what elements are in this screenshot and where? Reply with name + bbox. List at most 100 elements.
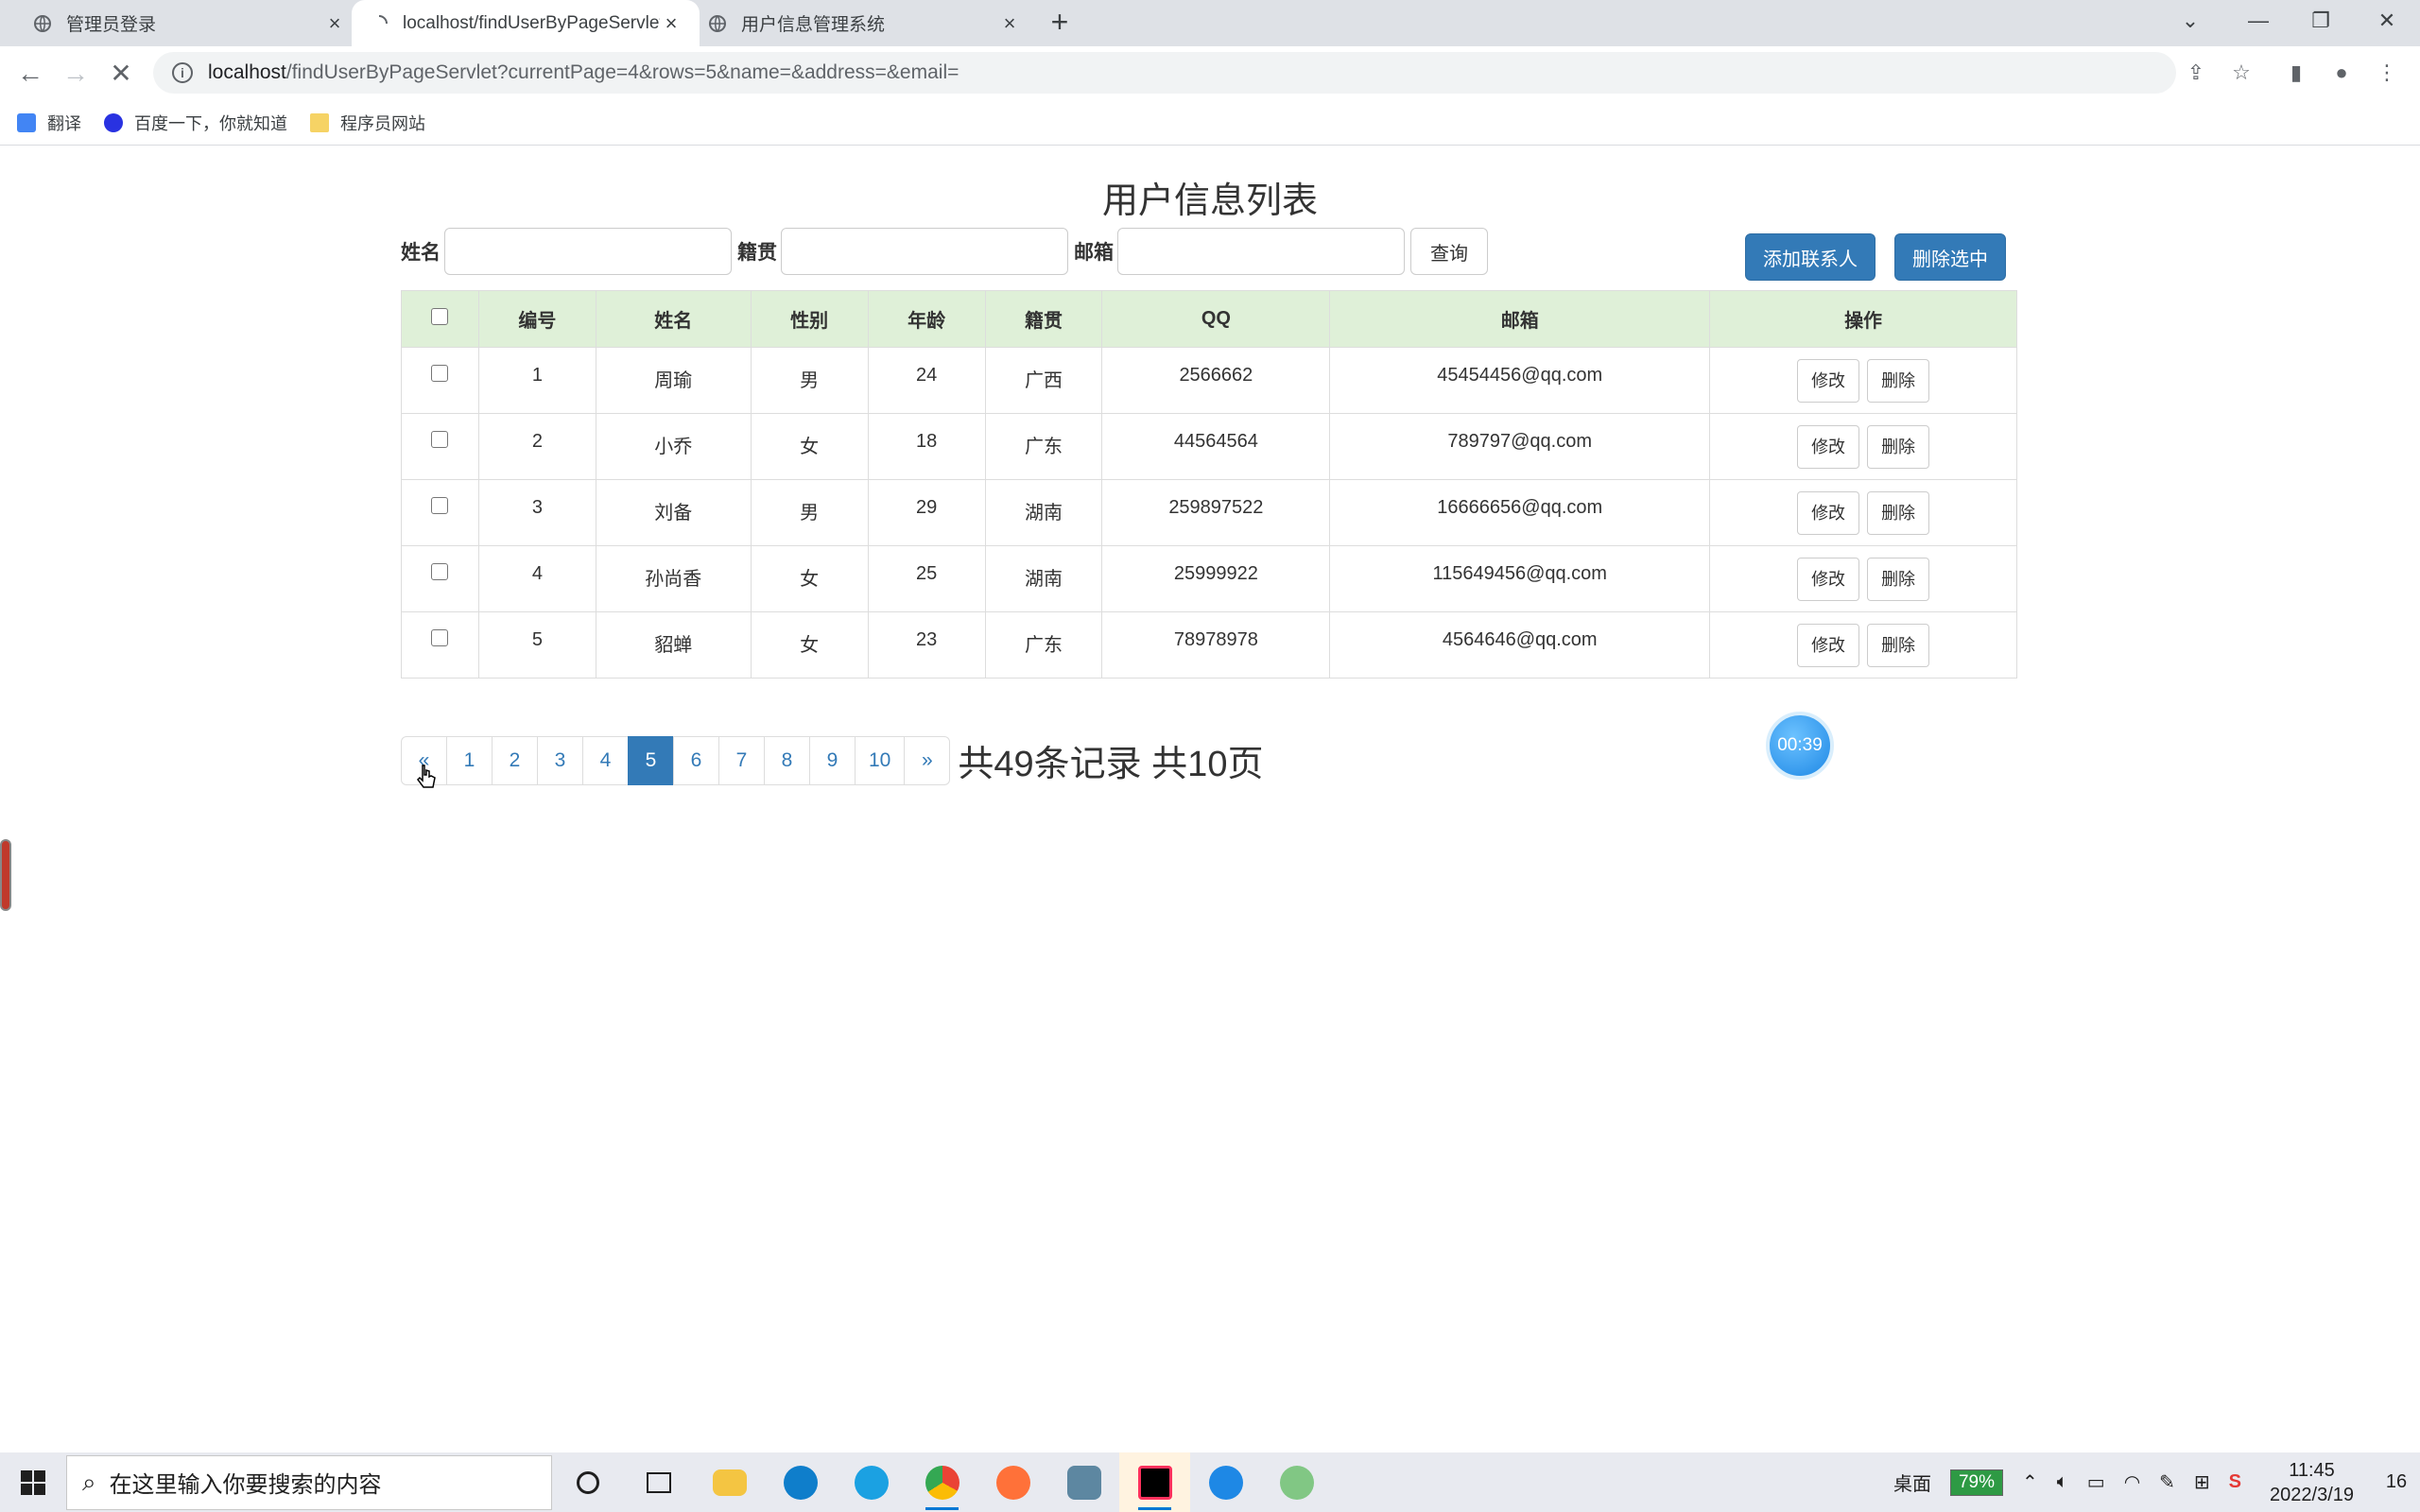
select-all-checkbox[interactable] xyxy=(431,307,449,325)
cell-qq: 78978978 xyxy=(1101,611,1331,679)
cell-actions: 修改 删除 xyxy=(1709,413,2017,480)
edit-button[interactable]: 修改 xyxy=(1797,557,1860,601)
tab-admin-login[interactable]: 管理员登录 × xyxy=(15,0,363,46)
row-checkbox[interactable] xyxy=(431,563,449,580)
new-tab-button[interactable]: + xyxy=(1043,6,1077,40)
delete-button[interactable]: 删除 xyxy=(1867,623,1930,667)
page-link[interactable]: 9 xyxy=(809,735,856,785)
desktop-toolbar-label[interactable]: 桌面 xyxy=(1893,1469,1931,1496)
edit-button[interactable]: 修改 xyxy=(1797,424,1860,469)
feishu-icon[interactable] xyxy=(1190,1452,1261,1512)
add-contact-button[interactable]: 添加联系人 xyxy=(1745,233,1876,281)
bookmark-translate[interactable]: 翻译 xyxy=(17,111,81,135)
site-info-icon[interactable]: i xyxy=(172,62,193,83)
row-checkbox[interactable] xyxy=(431,431,449,448)
cortana-icon[interactable] xyxy=(552,1452,623,1512)
clock-time: 11:45 xyxy=(2289,1459,2335,1481)
cell-actions: 修改 删除 xyxy=(1709,479,2017,546)
edit-button[interactable]: 修改 xyxy=(1797,358,1860,403)
email-input[interactable] xyxy=(1117,228,1405,275)
pen-icon[interactable]: ✎ xyxy=(2159,1470,2175,1494)
edit-button[interactable]: 修改 xyxy=(1797,490,1860,535)
pagination-summary: 共49条记录 共10页 xyxy=(958,745,1264,784)
row-checkbox[interactable] xyxy=(431,365,449,382)
cell-name: 孙尚香 xyxy=(595,545,752,612)
clock[interactable]: 11:45 2022/3/19 xyxy=(2270,1458,2354,1507)
chrome-icon[interactable] xyxy=(907,1452,977,1512)
bookmark-star-icon[interactable]: ☆ xyxy=(2227,59,2256,87)
chevron-up-icon[interactable]: ⌃ xyxy=(2022,1470,2038,1494)
back-arrow-icon[interactable]: ← xyxy=(11,55,49,93)
bookmark-folder[interactable]: 程序员网站 xyxy=(310,111,425,135)
file-explorer-icon[interactable] xyxy=(694,1452,765,1512)
cell-gender: 女 xyxy=(750,611,869,679)
ie-icon[interactable] xyxy=(836,1452,907,1512)
address-bar[interactable]: i localhost/findUserByPageServlet?curren… xyxy=(153,52,2176,94)
battery-icon[interactable]: ▭ xyxy=(2087,1470,2105,1494)
row-select-cell xyxy=(401,545,479,612)
cell-age: 25 xyxy=(867,545,986,612)
delete-button[interactable]: 删除 xyxy=(1867,424,1930,469)
restore-button[interactable]: ❐ xyxy=(2288,0,2354,42)
intellij-idea-icon[interactable] xyxy=(1119,1452,1190,1512)
tab-user-management[interactable]: 用户信息管理系统 × xyxy=(690,0,1038,46)
windows-start-icon[interactable] xyxy=(0,1452,66,1512)
name-input[interactable] xyxy=(444,228,732,275)
page-link[interactable]: 10 xyxy=(855,735,906,785)
firefox-icon[interactable] xyxy=(977,1452,1048,1512)
taskbar-search[interactable]: ⌕ 在这里输入你要搜索的内容 xyxy=(66,1454,552,1510)
recording-timer[interactable]: 00:39 xyxy=(1766,712,1834,780)
bookmark-baidu[interactable]: 百度一下，你就知道 xyxy=(104,111,287,135)
address-label: 籍贯 xyxy=(737,242,777,264)
address-input[interactable] xyxy=(781,228,1068,275)
share-icon[interactable]: ⇪ xyxy=(2182,59,2210,87)
side-drag-handle[interactable] xyxy=(0,839,11,911)
ime-icon[interactable]: ⊞ xyxy=(2194,1470,2210,1494)
task-view-icon[interactable] xyxy=(623,1452,694,1512)
notification-center-icon[interactable]: 16 xyxy=(2373,1471,2420,1493)
edge-icon[interactable] xyxy=(765,1452,836,1512)
menu-kebab-icon[interactable]: ⋮ xyxy=(2373,59,2401,87)
page-content: 用户信息列表 姓名 籍贯 邮箱 查询 添加联系人 删除选中 编号 姓名 性别 年… xyxy=(0,146,2420,1452)
row-checkbox[interactable] xyxy=(431,497,449,514)
page-link[interactable]: 8 xyxy=(764,735,810,785)
page-link[interactable]: 2 xyxy=(492,735,538,785)
page-link[interactable]: 7 xyxy=(718,735,765,785)
volume-icon[interactable]: 🔈︎ xyxy=(2057,1471,2068,1493)
minimize-button[interactable]: — xyxy=(2225,0,2291,42)
edit-button[interactable]: 修改 xyxy=(1797,623,1860,667)
sogou-ime-icon[interactable]: S xyxy=(2229,1471,2241,1493)
delete-button[interactable]: 删除 xyxy=(1867,490,1930,535)
page-link[interactable]: 1 xyxy=(446,735,493,785)
profile-icon[interactable]: ● xyxy=(2327,59,2356,87)
delete-selected-button[interactable]: 删除选中 xyxy=(1894,233,2006,281)
search-button[interactable]: 查询 xyxy=(1410,228,1488,275)
wifi-icon[interactable]: ◠ xyxy=(2124,1470,2140,1494)
windows-taskbar: ⌕ 在这里输入你要搜索的内容 桌面 79% ⌃ 🔈︎ ▭ ◠ ✎ ⊞ S 11:… xyxy=(0,1452,2420,1512)
stop-loading-icon[interactable]: ✕ xyxy=(102,55,140,93)
page-link[interactable]: 6 xyxy=(673,735,719,785)
tab-find-user[interactable]: localhost/findUserByPageServlet × xyxy=(352,0,700,46)
column-header: 姓名 xyxy=(595,290,752,348)
close-window-button[interactable]: ✕ xyxy=(2354,0,2420,42)
row-checkbox[interactable] xyxy=(431,629,449,646)
next-page-link[interactable]: » xyxy=(904,735,951,785)
delete-button[interactable]: 删除 xyxy=(1867,358,1930,403)
spiral-app-icon[interactable] xyxy=(1261,1452,1332,1512)
page-link-current[interactable]: 5 xyxy=(628,735,674,785)
forward-arrow-icon[interactable]: → xyxy=(57,55,95,93)
tab-close-icon[interactable]: × xyxy=(323,11,346,35)
mysql-dolphin-icon[interactable] xyxy=(1048,1452,1119,1512)
bookmarks-bar: 翻译 百度一下，你就知道 程序员网站 xyxy=(0,100,2420,146)
tab-close-icon[interactable]: × xyxy=(660,11,683,35)
pagination: « 1 2 3 4 5 6 7 8 9 10 » 共49条记录 共10页 xyxy=(401,734,1263,786)
battery-percent: 79% xyxy=(1949,1469,2004,1496)
cell-email: 16666656@qq.com xyxy=(1329,479,1711,546)
side-panel-icon[interactable]: ▮ xyxy=(2282,59,2310,87)
page-link[interactable]: 3 xyxy=(537,735,583,785)
tab-search-button[interactable]: ⌄ xyxy=(2157,0,2223,42)
delete-button[interactable]: 删除 xyxy=(1867,557,1930,601)
tab-close-icon[interactable]: × xyxy=(998,11,1021,35)
cell-id: 1 xyxy=(477,347,596,414)
page-link[interactable]: 4 xyxy=(582,735,629,785)
